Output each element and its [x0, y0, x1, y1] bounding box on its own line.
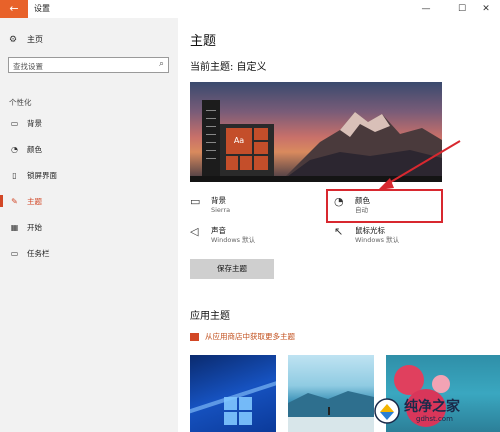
- sidebar-item-label: 锁屏界面: [27, 170, 57, 180]
- picture-icon: ▭: [10, 118, 19, 128]
- speaker-icon: ◁: [190, 225, 199, 238]
- active-indicator: [0, 195, 3, 207]
- search-input[interactable]: 查找设置 ⌕: [8, 57, 169, 73]
- gear-icon: ⚙: [9, 34, 18, 45]
- brush-icon: ✎: [11, 196, 18, 206]
- sound-label: 声音: [211, 226, 226, 235]
- sidebar-item-taskbar[interactable]: ▭ 任务栏: [0, 244, 178, 262]
- cursor-icon: ↖: [334, 225, 344, 238]
- cursor-value: Windows 默认: [355, 236, 400, 244]
- highlight-box: [326, 189, 443, 223]
- theme-sound-setting[interactable]: ◁ 声音 Windows 默认: [190, 226, 255, 245]
- sidebar-home[interactable]: ⚙ 主页: [9, 34, 43, 45]
- search-placeholder: 查找设置: [13, 62, 43, 71]
- preview-taskbar: [190, 176, 442, 182]
- lock-screen-icon: ▯: [12, 170, 17, 180]
- sidebar-item-background[interactable]: ▭ 背景: [0, 114, 178, 132]
- watermark: 纯净之家 gdhst.com: [374, 396, 496, 430]
- sidebar-item-color[interactable]: ◔ 颜色: [0, 140, 178, 158]
- watermark-logo-icon: [374, 398, 400, 424]
- section-label: 个性化: [9, 98, 32, 107]
- preview-tile: Aa: [226, 128, 252, 154]
- current-theme-label: 当前主题: 自定义: [190, 62, 267, 73]
- preview-sidebar: [202, 100, 220, 176]
- main-content: 主题 当前主题: 自定义 Aa ▭ 背景 Sierra ◔ 颜色 自动 ◁ 声音…: [178, 18, 500, 432]
- theme-preview: Aa: [190, 82, 442, 182]
- sidebar-item-label: 任务栏: [27, 248, 50, 258]
- sidebar-item-label: 背景: [27, 118, 42, 128]
- sidebar-item-lock-screen[interactable]: ▯ 锁屏界面: [0, 166, 178, 184]
- start-icon: ▦: [10, 222, 19, 232]
- back-button[interactable]: ←: [0, 0, 28, 18]
- sidebar-item-label: 颜色: [27, 144, 42, 154]
- theme-background-setting[interactable]: ▭ 背景 Sierra: [190, 196, 230, 215]
- sidebar-item-label: 开始: [27, 222, 42, 232]
- background-label: 背景: [211, 196, 226, 205]
- title-bar: ← 设置 — ☐ ✕: [0, 0, 500, 18]
- beach-image: [288, 391, 374, 432]
- minimize-button[interactable]: —: [412, 0, 440, 18]
- close-button[interactable]: ✕: [472, 0, 500, 18]
- search-icon[interactable]: ⌕: [159, 59, 164, 69]
- theme-cursor-setting[interactable]: ↖ 鼠标光标 Windows 默认: [334, 226, 399, 245]
- sound-value: Windows 默认: [211, 236, 256, 244]
- save-theme-button[interactable]: 保存主题: [190, 259, 274, 279]
- preview-start-menu: Aa: [220, 124, 274, 176]
- sidebar-item-themes[interactable]: ✎ 主题: [0, 192, 178, 210]
- page-title: 主题: [190, 34, 217, 49]
- sidebar-home-label: 主页: [27, 35, 43, 44]
- sidebar: ⚙ 主页 查找设置 ⌕ 个性化 ▭ 背景 ◔ 颜色 ▯ 锁屏界面 ✎ 主题 ▦ …: [0, 18, 178, 432]
- palette-icon: ◔: [11, 144, 18, 154]
- store-icon: [190, 332, 199, 341]
- sidebar-item-label: 主题: [27, 196, 42, 206]
- theme-thumbnail-windows[interactable]: [190, 355, 276, 432]
- windows-logo-icon: [224, 397, 254, 427]
- theme-thumbnail-beach[interactable]: [288, 355, 374, 432]
- picture-icon: ▭: [190, 195, 201, 208]
- watermark-text: 纯净之家: [404, 399, 460, 415]
- cursor-label: 鼠标光标: [355, 226, 385, 235]
- background-value: Sierra: [211, 206, 231, 214]
- store-link[interactable]: 从应用商店中获取更多主题: [190, 331, 295, 342]
- sidebar-item-start[interactable]: ▦ 开始: [0, 218, 178, 236]
- apply-theme-heading: 应用主题: [190, 311, 230, 322]
- window-title: 设置: [34, 4, 50, 13]
- watermark-url: gdhst.com: [416, 415, 453, 423]
- taskbar-icon: ▭: [10, 248, 19, 258]
- store-link-label: 从应用商店中获取更多主题: [205, 332, 295, 341]
